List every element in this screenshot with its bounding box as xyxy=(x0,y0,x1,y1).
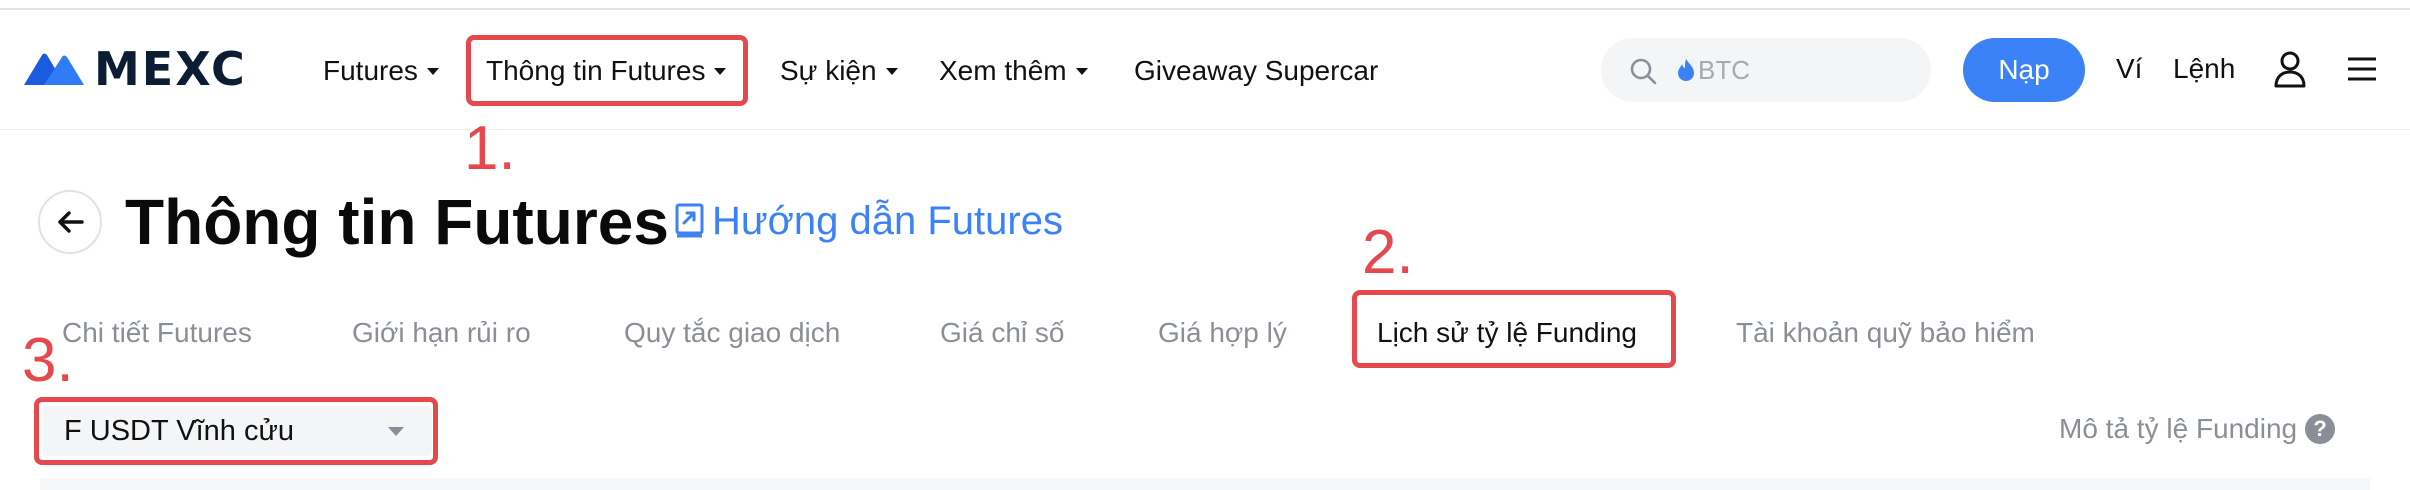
tab-fair-price[interactable]: Giá hợp lý xyxy=(1158,315,1287,351)
chevron-down-icon xyxy=(1075,67,1088,75)
mexc-logo[interactable]: MEXC xyxy=(22,46,247,92)
mexc-logo-mark-icon xyxy=(24,53,84,85)
wallet-link[interactable]: Ví xyxy=(2116,53,2142,85)
nav-futures-label: Futures xyxy=(323,55,418,86)
nav-giveaway-label: Giveaway Supercar xyxy=(1134,55,1379,86)
page-title: Thông tin Futures xyxy=(125,186,669,258)
hamburger-menu-icon[interactable] xyxy=(2347,56,2377,82)
annotation-number-2: 2. xyxy=(1362,218,1414,287)
flame-icon xyxy=(1678,59,1694,81)
annotation-box-3 xyxy=(34,397,438,465)
nav-giveaway-supercar[interactable]: Giveaway Supercar xyxy=(1134,53,1378,89)
deposit-button[interactable]: Nạp xyxy=(1963,38,2085,102)
nav-more-label: Xem thêm xyxy=(939,55,1067,86)
tab-futures-details[interactable]: Chi tiết Futures xyxy=(62,315,252,351)
orders-link[interactable]: Lệnh xyxy=(2173,53,2235,85)
search-box[interactable] xyxy=(1601,38,1931,102)
tab-trading-rules[interactable]: Quy tắc giao dịch xyxy=(624,315,840,351)
tab-funding-rate-history[interactable]: Lịch sử tỷ lệ Funding xyxy=(1377,315,1637,351)
logo-text: MEXC xyxy=(94,42,247,96)
nav-events[interactable]: Sự kiện xyxy=(780,53,898,89)
nav-futures[interactable]: Futures xyxy=(323,53,439,89)
question-icon: ? xyxy=(2305,414,2336,444)
guide-book-icon xyxy=(675,203,704,238)
annotation-box-1 xyxy=(466,35,748,106)
arrow-left-icon xyxy=(58,211,84,233)
annotation-number-3: 3. xyxy=(22,326,74,395)
funding-description-label: Mô tả tỷ lệ Funding xyxy=(2059,413,2298,444)
back-button[interactable] xyxy=(38,190,102,254)
tab-insurance-fund[interactable]: Tài khoản quỹ bảo hiểm xyxy=(1736,315,2035,351)
content-area-top xyxy=(40,478,2370,490)
futures-guide-link[interactable]: Hướng dẫn Futures xyxy=(674,196,1063,246)
funding-description-link[interactable]: Mô tả tỷ lệ Funding ? xyxy=(2059,413,2336,445)
annotation-number-1: 1. xyxy=(464,114,516,183)
search-icon xyxy=(1630,58,1657,85)
tab-index-price[interactable]: Giá chỉ số xyxy=(940,315,1065,351)
chevron-down-icon xyxy=(426,67,439,75)
nav-more[interactable]: Xem thêm xyxy=(939,53,1088,89)
search-input[interactable] xyxy=(1698,52,1898,88)
chevron-down-icon xyxy=(885,67,898,75)
user-icon[interactable] xyxy=(2273,50,2307,88)
nav-events-label: Sự kiện xyxy=(780,55,877,86)
futures-guide-label: Hướng dẫn Futures xyxy=(712,199,1063,243)
tab-risk-limit[interactable]: Giới hạn rủi ro xyxy=(352,315,531,351)
